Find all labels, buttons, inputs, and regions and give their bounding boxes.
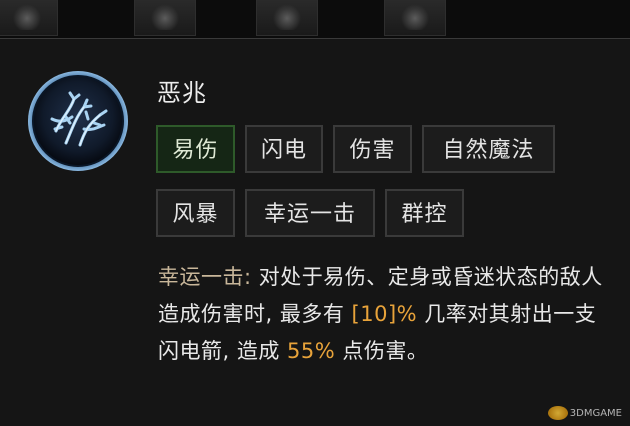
skill-tooltip: 恶兆 易伤 闪电 伤害 自然魔法 风暴 幸运一击 群控 幸运一击: 对处于易伤、… [0,38,630,426]
top-slot[interactable] [0,0,58,36]
slot-emblem-icon [151,4,179,30]
tag-vulnerable[interactable]: 易伤 [156,125,235,173]
lucky-hit-keyword: 幸运一击: [158,265,252,289]
tag-lucky-hit[interactable]: 幸运一击 [245,189,375,237]
proc-chance-value: [10]% [351,302,418,326]
watermark-logo-icon [547,406,568,420]
top-slot[interactable] [134,0,196,36]
tag-crowd-control[interactable]: 群控 [385,189,464,237]
tag-lightning[interactable]: 闪电 [245,125,323,173]
slot-emblem-icon [273,4,301,30]
slot-emblem-icon [13,4,41,30]
tag-storm[interactable]: 风暴 [156,189,235,237]
watermark: 3DMGAME [547,406,622,420]
damage-percent-value: 55% [287,339,336,363]
top-slot[interactable] [384,0,446,36]
skill-title: 恶兆 [157,79,207,107]
skill-description: 幸运一击: 对处于易伤、定身或昏迷状态的敌人造成伤害时, 最多有 [10]% 几… [158,259,608,370]
tag-damage[interactable]: 伤害 [333,125,412,173]
thorn-rune-icon [28,71,128,171]
top-item-strip [0,0,630,38]
description-text: 点伤害。 [335,339,429,363]
tag-nature-magic[interactable]: 自然魔法 [422,125,555,173]
watermark-text: 3DMGAME [569,407,622,419]
slot-emblem-icon [401,4,429,30]
top-slot[interactable] [256,0,318,36]
